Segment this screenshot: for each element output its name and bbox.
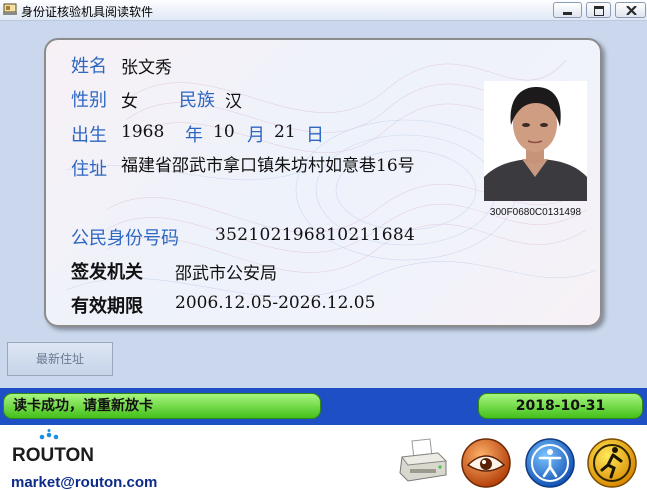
logo-dots-icon [39,429,59,440]
month-unit: 月 [247,125,265,146]
status-bar: 读卡成功，请重新放卡 2018-10-31 [0,388,647,425]
address-value: 福建省邵武市拿口镇朱坊村如意巷16号 [121,156,415,176]
app-window: 身份证核验机具阅读软件 姓名 张文秀 性别 女 民族 汉 出生 1968 年 1… [0,0,647,490]
close-button[interactable] [615,2,646,18]
gender-value: 女 [121,92,138,112]
logo-text: ROUTON [12,445,94,466]
status-message: 读卡成功，请重新放卡 [3,393,321,419]
year-unit: 年 [185,125,203,146]
name-value: 张文秀 [121,58,172,78]
ethnicity-label: 民族 [179,90,215,111]
main-area: 姓名 张文秀 性别 女 民族 汉 出生 1968 年 10 月 21 日 住址 … [0,21,647,388]
birth-month: 10 [213,122,235,142]
ethnicity-value: 汉 [225,92,242,112]
accessibility-icon[interactable] [524,437,576,489]
title-bar: 身份证核验机具阅读软件 [0,0,647,21]
printer-icon[interactable] [398,437,448,485]
birth-day: 21 [274,122,296,142]
card-reader-icon [3,3,17,15]
validity-label: 有效期限 [71,296,143,317]
window-title: 身份证核验机具阅读软件 [21,5,154,19]
birth-label: 出生 [71,125,107,146]
new-address-button[interactable]: 最新住址 [7,342,113,376]
id-card-panel: 姓名 张文秀 性别 女 民族 汉 出生 1968 年 10 月 21 日 住址 … [44,38,602,327]
minimize-button[interactable] [553,2,582,18]
birth-year: 1968 [121,122,165,142]
portrait-image [484,81,587,201]
footer: ROUTON market@routon.com [0,425,647,490]
id-number-label: 公民身份号码 [71,228,179,249]
maximize-button[interactable] [586,2,611,18]
exit-icon[interactable] [586,437,638,489]
portrait-photo [484,81,587,201]
address-label: 住址 [71,159,107,180]
day-unit: 日 [306,125,324,146]
photo-serial: 300F0680C0131498 [489,207,582,218]
authority-value: 邵武市公安局 [175,264,277,284]
id-number-value: 352102196810211684 [215,225,416,245]
gender-label: 性别 [71,90,107,111]
close-icon [626,6,637,15]
name-label: 姓名 [71,56,107,77]
eye-icon[interactable] [460,437,512,489]
contact-email: market@routon.com [11,474,158,490]
status-date: 2018-10-31 [478,393,643,419]
validity-value: 2006.12.05-2026.12.05 [175,293,376,313]
authority-label: 签发机关 [71,262,143,283]
